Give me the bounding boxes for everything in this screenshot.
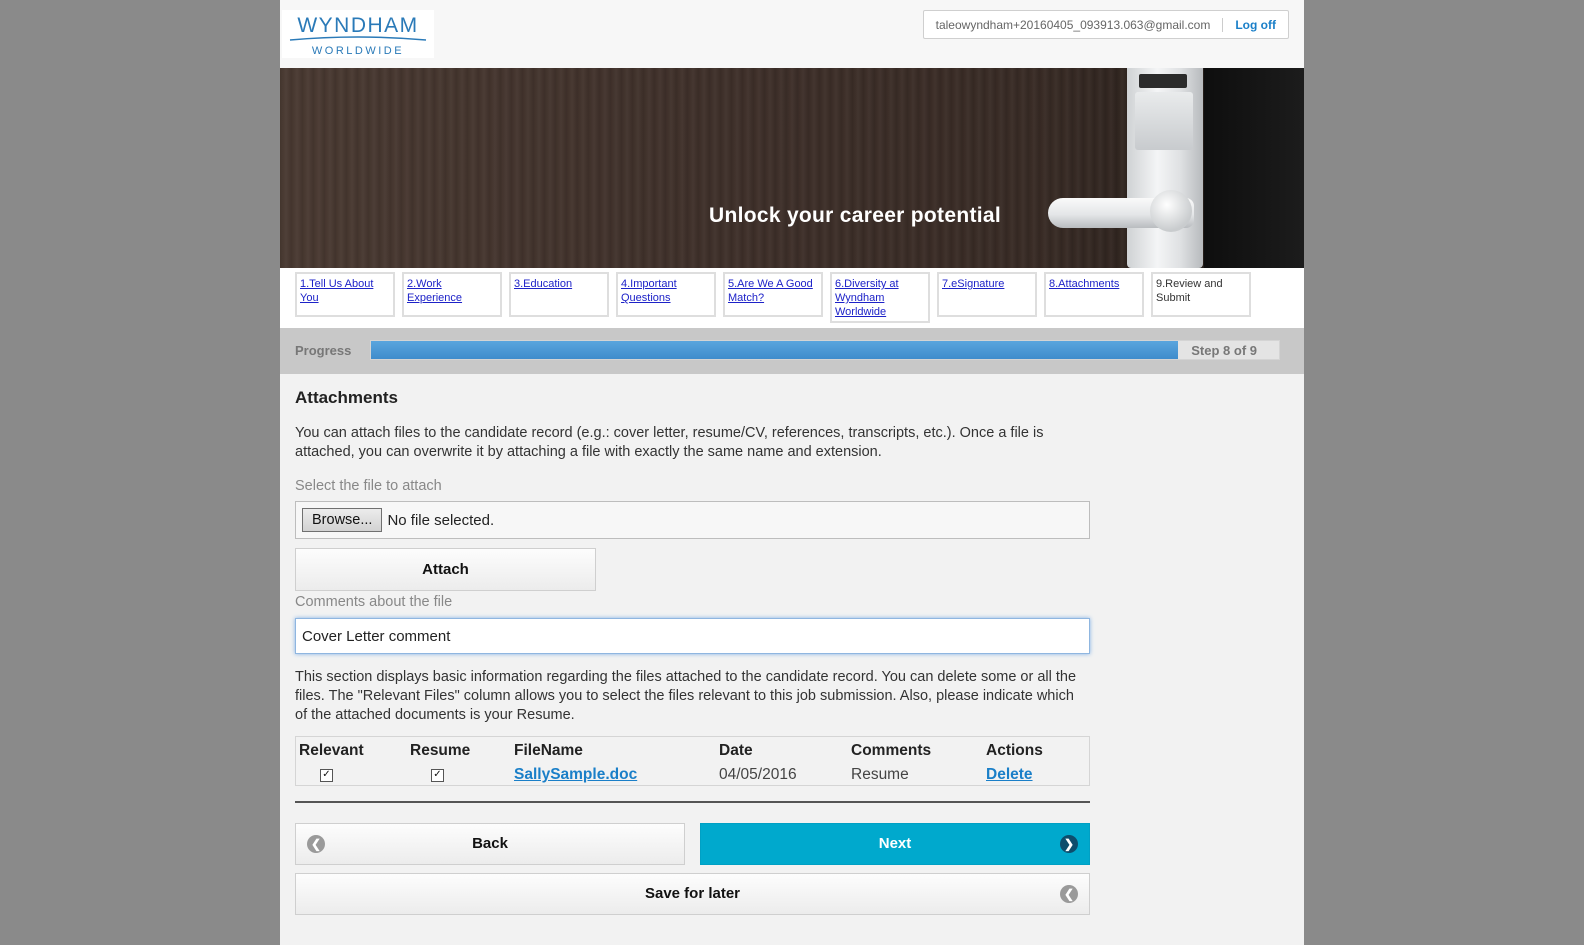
- door-handle-hub: [1150, 190, 1192, 232]
- step-6-link[interactable]: 6.Diversity at Wyndham Worldwide: [835, 278, 899, 318]
- logoff-link[interactable]: Log off: [1223, 18, 1288, 32]
- file-status: No file selected.: [387, 511, 495, 529]
- step-9-current: 9.Review and Submit: [1151, 272, 1251, 317]
- logo-main-text: WYNDHAM: [297, 14, 419, 37]
- logo-swoosh-icon: [289, 36, 427, 41]
- comments-input[interactable]: [295, 618, 1090, 654]
- col-relevant-header: Relevant: [299, 742, 364, 759]
- step-3-link[interactable]: 3.Education: [514, 278, 572, 290]
- comments-label: Comments about the file: [295, 594, 453, 610]
- step-1[interactable]: 1.Tell Us About You: [295, 272, 395, 317]
- progress-bar: Step 8 of 9: [370, 340, 1280, 360]
- application-page: WYNDHAM WORLDWIDE taleowyndham+20160405_…: [280, 0, 1304, 945]
- col-date-header: Date: [719, 742, 753, 759]
- resume-checkbox[interactable]: ✓: [431, 769, 444, 782]
- wyndham-logo: WYNDHAM WORLDWIDE: [282, 10, 434, 58]
- relevant-checkbox[interactable]: ✓: [320, 769, 333, 782]
- step-navigation: 1.Tell Us About You 2.Work Experience 3.…: [280, 268, 1304, 328]
- door-edge: [1204, 68, 1304, 268]
- chevron-right-icon: ❯: [1060, 835, 1078, 853]
- next-button[interactable]: Next ❯: [700, 823, 1090, 865]
- door-lock-image: [1127, 68, 1203, 268]
- file-date: 04/05/2016: [719, 766, 797, 783]
- lock-slot: [1139, 74, 1187, 88]
- col-resume-header: Resume: [410, 742, 471, 759]
- chevron-left-icon: ❮: [307, 835, 325, 853]
- col-filename-header: FileName: [514, 742, 583, 759]
- step-2[interactable]: 2.Work Experience: [402, 272, 502, 317]
- delete-link[interactable]: Delete: [986, 766, 1033, 784]
- progress-section: Progress Step 8 of 9: [280, 328, 1304, 374]
- step-3[interactable]: 3.Education: [509, 272, 609, 317]
- banner-tagline: Unlock your career potential: [709, 204, 1001, 227]
- user-email: taleowyndham+20160405_093913.063@gmail.c…: [924, 17, 1224, 32]
- step-8[interactable]: 8.Attachments: [1044, 272, 1144, 317]
- files-description: This section displays basic information …: [295, 669, 1077, 723]
- progress-label: Progress: [295, 343, 352, 358]
- logo-sub-text: WORLDWIDE: [311, 45, 405, 57]
- step-4[interactable]: 4.Important Questions: [616, 272, 716, 317]
- attach-button[interactable]: Attach: [295, 548, 596, 591]
- page-title: Attachments: [295, 388, 398, 407]
- back-button-label: Back: [472, 835, 508, 852]
- step-5-link[interactable]: 5.Are We A Good Match?: [728, 278, 813, 304]
- chevron-left-icon: ❮: [1060, 885, 1078, 903]
- save-button-label: Save for later: [644, 885, 741, 902]
- browse-button[interactable]: Browse...: [302, 508, 383, 532]
- hero-banner: Unlock your career potential: [280, 68, 1304, 268]
- progress-step-text: Step 8 of 9: [1191, 343, 1257, 358]
- user-box: taleowyndham+20160405_093913.063@gmail.c…: [922, 10, 1289, 39]
- file-comment: Resume: [851, 766, 909, 783]
- step-6[interactable]: 6.Diversity at Wyndham Worldwide: [830, 272, 930, 323]
- step-1-link[interactable]: 1.Tell Us About You: [300, 278, 373, 304]
- step-8-link[interactable]: 8.Attachments: [1049, 278, 1119, 290]
- step-7-link[interactable]: 7.eSignature: [942, 278, 1004, 290]
- progress-fill: [371, 341, 1179, 359]
- step-2-link[interactable]: 2.Work Experience: [407, 278, 462, 304]
- col-comments-header: Comments: [851, 742, 932, 759]
- file-input[interactable]: Browse... No file selected.: [295, 501, 1090, 539]
- step-9-label: 9.Review and Submit: [1156, 278, 1223, 304]
- attachments-intro: You can attach files to the candidate re…: [295, 425, 1044, 460]
- step-4-link[interactable]: 4.Important Questions: [621, 278, 677, 304]
- attached-files-table: Relevant Resume FileName Date Comments A…: [295, 736, 1090, 786]
- step-7[interactable]: 7.eSignature: [937, 272, 1037, 317]
- step-5[interactable]: 5.Are We A Good Match?: [723, 272, 823, 317]
- save-for-later-button[interactable]: Save for later ❮: [295, 873, 1090, 915]
- select-file-label: Select the file to attach: [295, 478, 442, 494]
- next-button-label: Next: [878, 835, 912, 852]
- back-button[interactable]: ❮ Back: [295, 823, 685, 865]
- file-link[interactable]: SallySample.doc: [514, 766, 637, 784]
- page-header: WYNDHAM WORLDWIDE taleowyndham+20160405_…: [280, 0, 1304, 68]
- divider: [295, 801, 1090, 803]
- lock-reader: [1135, 92, 1193, 150]
- col-actions-header: Actions: [986, 742, 1043, 759]
